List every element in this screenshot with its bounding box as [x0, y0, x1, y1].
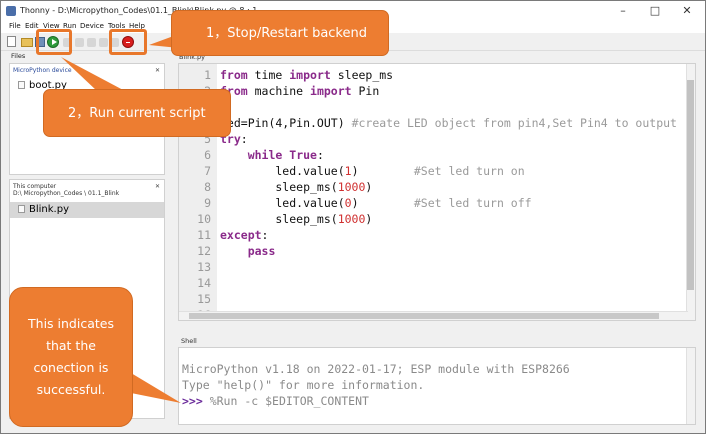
callout-3-pointer: [131, 373, 181, 403]
run-script-callout: 2，Run current script: [43, 89, 231, 137]
callout-2-pointer: [61, 57, 125, 91]
success-text-line: conection is: [33, 360, 109, 375]
success-text-line: successful.: [36, 382, 106, 397]
success-text-line: that the: [46, 338, 96, 353]
thonny-window: Thonny - D:\Micropython_Codes\01.1_Blink…: [0, 0, 706, 434]
stop-restart-callout: 1，Stop/Restart backend: [171, 10, 389, 56]
success-callout: This indicates that the conection is suc…: [9, 287, 133, 427]
success-text-line: This indicates: [28, 316, 114, 331]
